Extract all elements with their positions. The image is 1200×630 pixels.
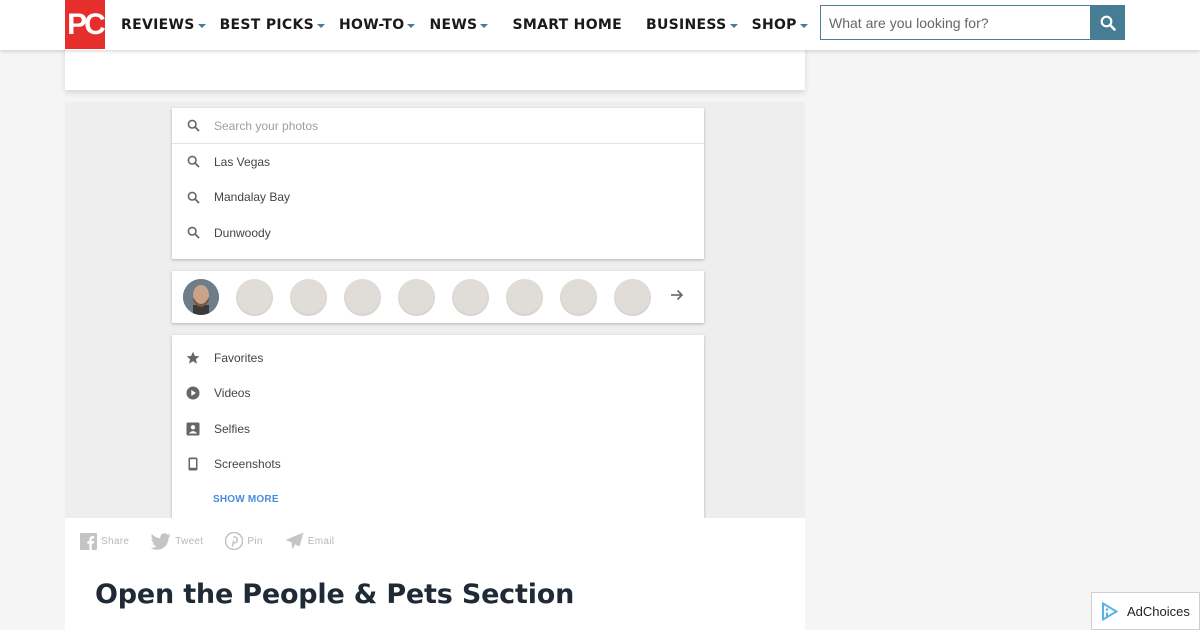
share-pinterest-label: Pin	[247, 535, 263, 547]
paper-plane-icon	[285, 532, 304, 550]
search-icon	[186, 226, 200, 240]
nav-shop[interactable]: SHOP	[752, 17, 808, 33]
main-nav: REVIEWS BEST PICKS HOW-TO NEWS SMART HOM…	[121, 0, 822, 50]
nav-news[interactable]: NEWS	[429, 17, 489, 33]
suggestion-label: Las Vegas	[214, 154, 271, 169]
category-item[interactable]: Screenshots	[172, 447, 704, 483]
pcmag-logo[interactable]: PC	[65, 0, 106, 49]
nav-best-picks[interactable]: BEST PICKS	[220, 17, 325, 33]
photos-search-field[interactable]: Search your photos	[172, 108, 704, 144]
share-email-button[interactable]: Email	[285, 532, 335, 550]
suggestion-label: Mandalay Bay	[214, 190, 291, 205]
suggestion-item[interactable]: Dunwoody	[172, 215, 704, 251]
show-more-row: SHOW MORE	[172, 482, 704, 518]
search-icon	[186, 119, 200, 133]
caret-down-icon	[407, 23, 416, 28]
search-button[interactable]	[1090, 5, 1125, 40]
person-face[interactable]	[560, 278, 597, 316]
share-bar: Share Tweet Pin Email	[80, 531, 356, 551]
person-face[interactable]	[290, 278, 327, 316]
caret-down-icon	[317, 23, 325, 28]
nav-how-to[interactable]: HOW-TO	[339, 17, 416, 33]
person-avatar[interactable]	[183, 279, 219, 315]
share-twitter-button[interactable]: Tweet	[151, 532, 204, 550]
twitter-icon	[151, 532, 171, 550]
categories-panel: Favorites Videos Selfies Screenshots SHO…	[172, 335, 704, 518]
pinterest-icon	[225, 532, 244, 550]
star-icon	[186, 351, 200, 365]
search-icon	[186, 190, 200, 204]
person-face[interactable]	[614, 278, 651, 316]
adchoices-icon	[1102, 601, 1118, 621]
share-pinterest-button[interactable]: Pin	[225, 532, 262, 550]
suggestion-item[interactable]: Mandalay Bay	[172, 180, 704, 216]
category-label: Videos	[214, 386, 251, 401]
share-twitter-label: Tweet	[175, 535, 204, 547]
caret-down-icon	[480, 23, 489, 28]
facebook-icon	[80, 532, 97, 550]
play-icon	[186, 386, 200, 400]
person-face[interactable]	[452, 278, 489, 316]
phone-icon	[186, 457, 200, 471]
person-face[interactable]	[344, 278, 381, 316]
caret-down-icon	[799, 23, 808, 28]
photos-search-placeholder: Search your photos	[214, 118, 319, 133]
search-input[interactable]	[820, 5, 1090, 40]
person-face[interactable]	[506, 278, 543, 316]
share-facebook-button[interactable]: Share	[80, 532, 130, 550]
photos-search-panel: Search your photos Las Vegas Mandalay Ba…	[172, 108, 704, 259]
people-row	[172, 271, 704, 323]
nav-business[interactable]: BUSINESS	[646, 17, 738, 33]
caret-down-icon	[197, 23, 206, 28]
share-email-label: Email	[307, 535, 335, 547]
suggestion-label: Dunwoody	[214, 225, 271, 240]
share-facebook-label: Share	[101, 535, 130, 547]
search-icon	[186, 155, 200, 169]
category-label: Screenshots	[214, 457, 281, 472]
article-screenshot: Search your photos Las Vegas Mandalay Ba…	[65, 102, 805, 518]
category-item[interactable]: Favorites	[172, 340, 704, 376]
adchoices-badge[interactable]: AdChoices	[1091, 592, 1200, 630]
site-header: PC REVIEWS BEST PICKS HOW-TO NEWS SMART …	[0, 0, 1200, 50]
person-face[interactable]	[236, 278, 273, 316]
category-label: Selfies	[214, 421, 251, 436]
caret-down-icon	[729, 23, 738, 28]
selfie-icon	[186, 422, 200, 436]
adchoices-label: AdChoices	[1127, 603, 1190, 619]
suggestion-item[interactable]: Las Vegas	[172, 144, 704, 180]
arrow-right-icon[interactable]	[670, 288, 684, 307]
category-item[interactable]: Selfies	[172, 411, 704, 447]
nav-smart-home[interactable]: SMART HOME	[512, 17, 622, 33]
section-title: Open the People & Pets Section	[95, 579, 575, 610]
site-search	[820, 5, 1125, 40]
show-more-link[interactable]: SHOW MORE	[213, 494, 279, 505]
category-item[interactable]: Videos	[172, 376, 704, 412]
search-icon	[1100, 15, 1116, 31]
person-face[interactable]	[398, 278, 435, 316]
nav-reviews[interactable]: REVIEWS	[121, 17, 206, 33]
category-label: Favorites	[214, 350, 264, 365]
